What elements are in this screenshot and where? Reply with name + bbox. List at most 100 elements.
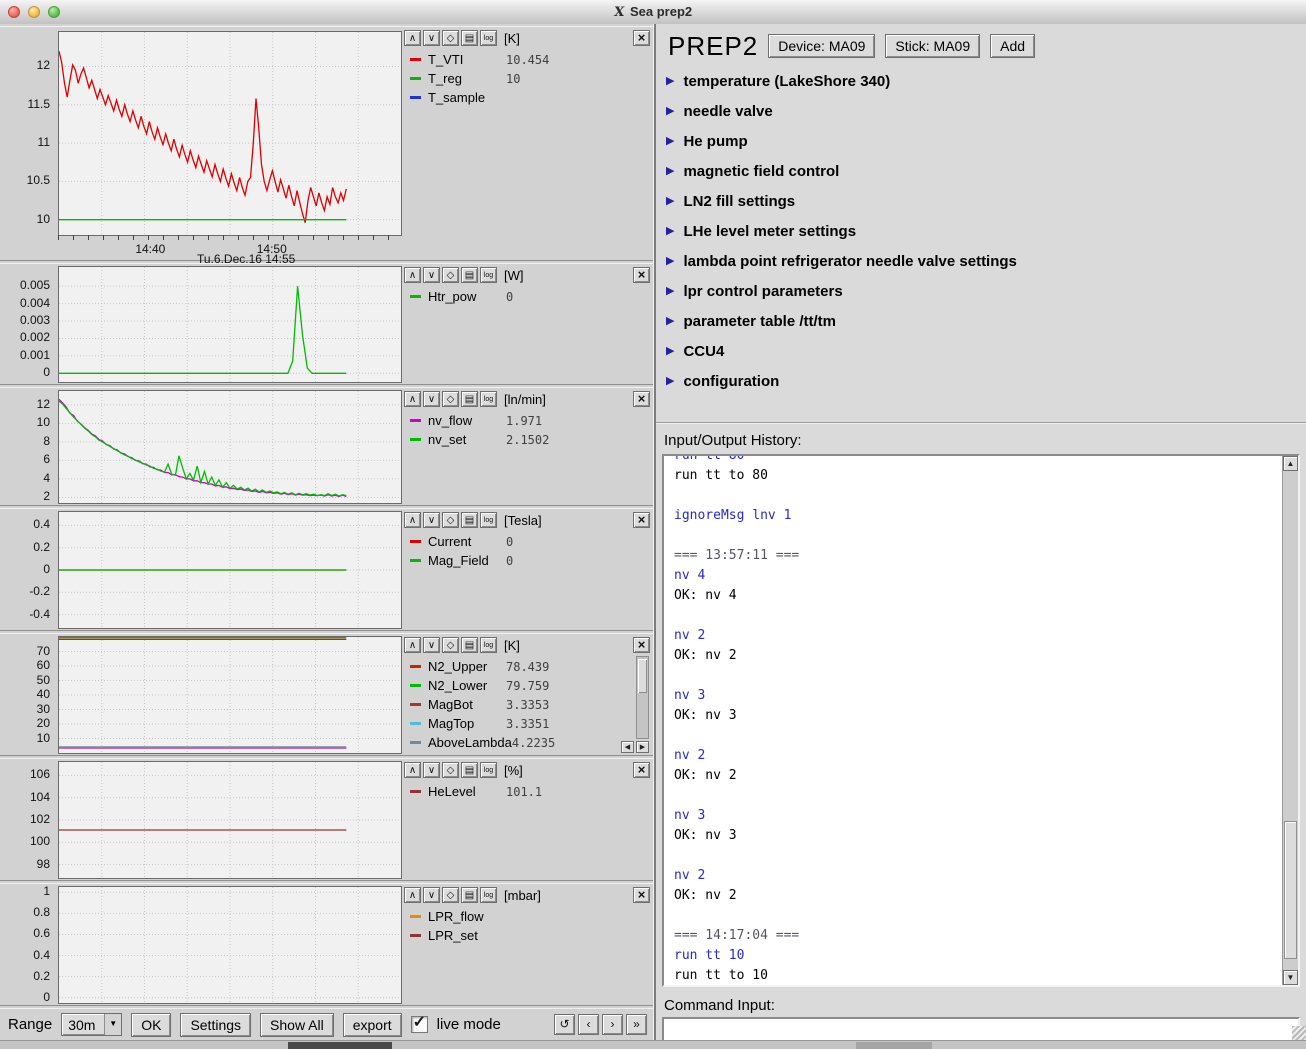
legend-scroll-right-button[interactable]: ▶ xyxy=(636,741,649,753)
section-magnetic-field-control[interactable]: ▶ magnetic field control xyxy=(656,156,1306,186)
plot-scroll-down-button[interactable]: ∨ xyxy=(423,391,440,407)
plot-close-button[interactable]: × xyxy=(633,30,650,46)
plot-close-button[interactable]: × xyxy=(633,637,650,653)
plot-scroll-down-button[interactable]: ∨ xyxy=(423,267,440,283)
legend-scroll-left-button[interactable]: ◀ xyxy=(621,741,634,753)
plot-scroll-up-button[interactable]: ∧ xyxy=(404,637,421,653)
scroll-down-button[interactable]: ▼ xyxy=(1283,970,1298,985)
scrollbar-thumb[interactable] xyxy=(1284,821,1297,959)
plot-zoom-button[interactable]: ◇ xyxy=(442,267,459,283)
plot-log-scale-button[interactable]: log xyxy=(480,512,497,528)
jump-live-button[interactable]: ↺ xyxy=(554,1014,575,1035)
expand-triangle-icon[interactable]: ▶ xyxy=(666,346,674,357)
plot-close-button[interactable]: × xyxy=(633,512,650,528)
section-parameter-table-tt-tm[interactable]: ▶parameter table /tt/tm xyxy=(656,306,1306,336)
stick-button[interactable]: Stick: MA09 xyxy=(885,34,980,58)
plot-scroll-down-button[interactable]: ∨ xyxy=(423,762,440,778)
plot-canvas[interactable] xyxy=(58,266,402,383)
chart-svg xyxy=(59,887,401,1003)
plot-log-scale-button[interactable]: log xyxy=(480,762,497,778)
plot-print-button[interactable]: ▤ xyxy=(461,512,478,528)
plot-zoom-button[interactable]: ◇ xyxy=(442,512,459,528)
plot-scroll-down-button[interactable]: ∨ xyxy=(423,637,440,653)
plot-log-scale-button[interactable]: log xyxy=(480,391,497,407)
add-button[interactable]: Add xyxy=(990,34,1035,58)
section-label: magnetic field control xyxy=(683,163,839,180)
plot-print-button[interactable]: ▤ xyxy=(461,267,478,283)
plot-scroll-up-button[interactable]: ∧ xyxy=(404,762,421,778)
expand-triangle-icon[interactable]: ▶ xyxy=(666,316,674,327)
scroll-up-button[interactable]: ▲ xyxy=(1283,456,1298,471)
plot-scroll-down-button[interactable]: ∨ xyxy=(423,512,440,528)
plot-print-button[interactable]: ▤ xyxy=(461,637,478,653)
plot-canvas[interactable] xyxy=(58,761,402,879)
settings-button[interactable]: Settings xyxy=(180,1013,251,1037)
plot-zoom-button[interactable]: ◇ xyxy=(442,391,459,407)
plot-canvas[interactable] xyxy=(58,886,402,1004)
plot-print-button[interactable]: ▤ xyxy=(461,391,478,407)
section-lpr-control-parameters[interactable]: ▶lpr control parameters xyxy=(656,276,1306,306)
plot-canvas[interactable] xyxy=(58,636,402,754)
plot-print-button[interactable]: ▤ xyxy=(461,887,478,903)
section-lambda-point-refrigerator-needle-valve-settings[interactable]: ▶lambda point refrigerator needle valve … xyxy=(656,246,1306,276)
plot-zoom-button[interactable]: ◇ xyxy=(442,30,459,46)
ok-button[interactable]: OK xyxy=(131,1013,171,1037)
plot-scroll-down-button[interactable]: ∨ xyxy=(423,30,440,46)
history-scrollbar[interactable]: ▲ ▼ xyxy=(1282,456,1298,985)
section-he-pump[interactable]: ▶He pump xyxy=(656,126,1306,156)
page-forward-button[interactable]: › xyxy=(602,1014,623,1035)
page-end-button[interactable]: » xyxy=(626,1014,647,1035)
plot-close-button[interactable]: × xyxy=(633,762,650,778)
plot-print-button[interactable]: ▤ xyxy=(461,30,478,46)
history-box[interactable]: run tt 80run tt to 80 ignoreMsg lnv 1 ==… xyxy=(662,454,1300,987)
plot-log-scale-button[interactable]: log xyxy=(480,267,497,283)
expand-triangle-icon[interactable]: ▶ xyxy=(666,196,674,207)
plot-scroll-down-button[interactable]: ∨ xyxy=(423,887,440,903)
legend-scrollbar[interactable] xyxy=(636,656,649,739)
window-titlebar[interactable]: XSea prep2 xyxy=(0,0,1306,25)
show-all-button[interactable]: Show All xyxy=(260,1013,334,1037)
expand-triangle-icon[interactable]: ▶ xyxy=(666,256,674,267)
plot-scroll-up-button[interactable]: ∧ xyxy=(404,887,421,903)
plot-log-scale-button[interactable]: log xyxy=(480,30,497,46)
range-select[interactable]: 30m ▼ xyxy=(61,1013,122,1036)
plot-zoom-button[interactable]: ◇ xyxy=(442,762,459,778)
device-button[interactable]: Device: MA09 xyxy=(768,34,875,58)
export-button[interactable]: export xyxy=(343,1013,402,1037)
resize-grip[interactable] xyxy=(1292,1026,1306,1040)
section-temperature-lakeshore-340[interactable]: ▶temperature (LakeShore 340) xyxy=(656,66,1306,96)
section-lhe-level-meter-settings[interactable]: ▶LHe level meter settings xyxy=(656,216,1306,246)
plot-scroll-up-button[interactable]: ∧ xyxy=(404,512,421,528)
expand-triangle-icon[interactable]: ▶ xyxy=(666,226,674,237)
expand-triangle-icon[interactable]: ▶ xyxy=(666,76,674,87)
live-mode-checkbox[interactable]: ✓ xyxy=(411,1016,428,1033)
expand-triangle-icon[interactable]: ▶ xyxy=(666,376,674,387)
expand-triangle-icon[interactable]: ▶ xyxy=(666,136,674,147)
dropdown-arrow-icon[interactable]: ▼ xyxy=(104,1014,121,1035)
section-needle-valve[interactable]: ▶needle valve xyxy=(656,96,1306,126)
y-tick-label: 0.2 xyxy=(33,540,50,554)
plot-zoom-button[interactable]: ◇ xyxy=(442,637,459,653)
plot-log-scale-button[interactable]: log xyxy=(480,637,497,653)
plot-scroll-up-button[interactable]: ∧ xyxy=(404,391,421,407)
plot-close-button[interactable]: × xyxy=(633,391,650,407)
section-ln2-fill-settings[interactable]: ▶LN2 fill settings xyxy=(656,186,1306,216)
page-back-button[interactable]: ‹ xyxy=(578,1014,599,1035)
expand-triangle-icon[interactable]: ▶ xyxy=(666,106,674,117)
plot-canvas[interactable] xyxy=(58,511,402,629)
expand-triangle-icon[interactable]: ▶ xyxy=(666,286,674,297)
plot-close-button[interactable]: × xyxy=(633,267,650,283)
plot-print-button[interactable]: ▤ xyxy=(461,762,478,778)
plot-scroll-up-button[interactable]: ∧ xyxy=(404,267,421,283)
section-configuration[interactable]: ▶configuration xyxy=(656,366,1306,396)
plot-log-scale-button[interactable]: log xyxy=(480,887,497,903)
expand-triangle-icon[interactable]: ▶ xyxy=(666,166,674,177)
plot-close-button[interactable]: × xyxy=(633,887,650,903)
legend-scrollbar-thumb[interactable] xyxy=(638,659,647,693)
plot-canvas[interactable] xyxy=(58,31,402,236)
plot-canvas[interactable] xyxy=(58,390,402,504)
plot-zoom-button[interactable]: ◇ xyxy=(442,887,459,903)
prep2-header: PREP2 Device: MA09 Stick: MA09 Add xyxy=(656,24,1306,64)
plot-scroll-up-button[interactable]: ∧ xyxy=(404,30,421,46)
section-ccu4[interactable]: ▶CCU4 xyxy=(656,336,1306,366)
